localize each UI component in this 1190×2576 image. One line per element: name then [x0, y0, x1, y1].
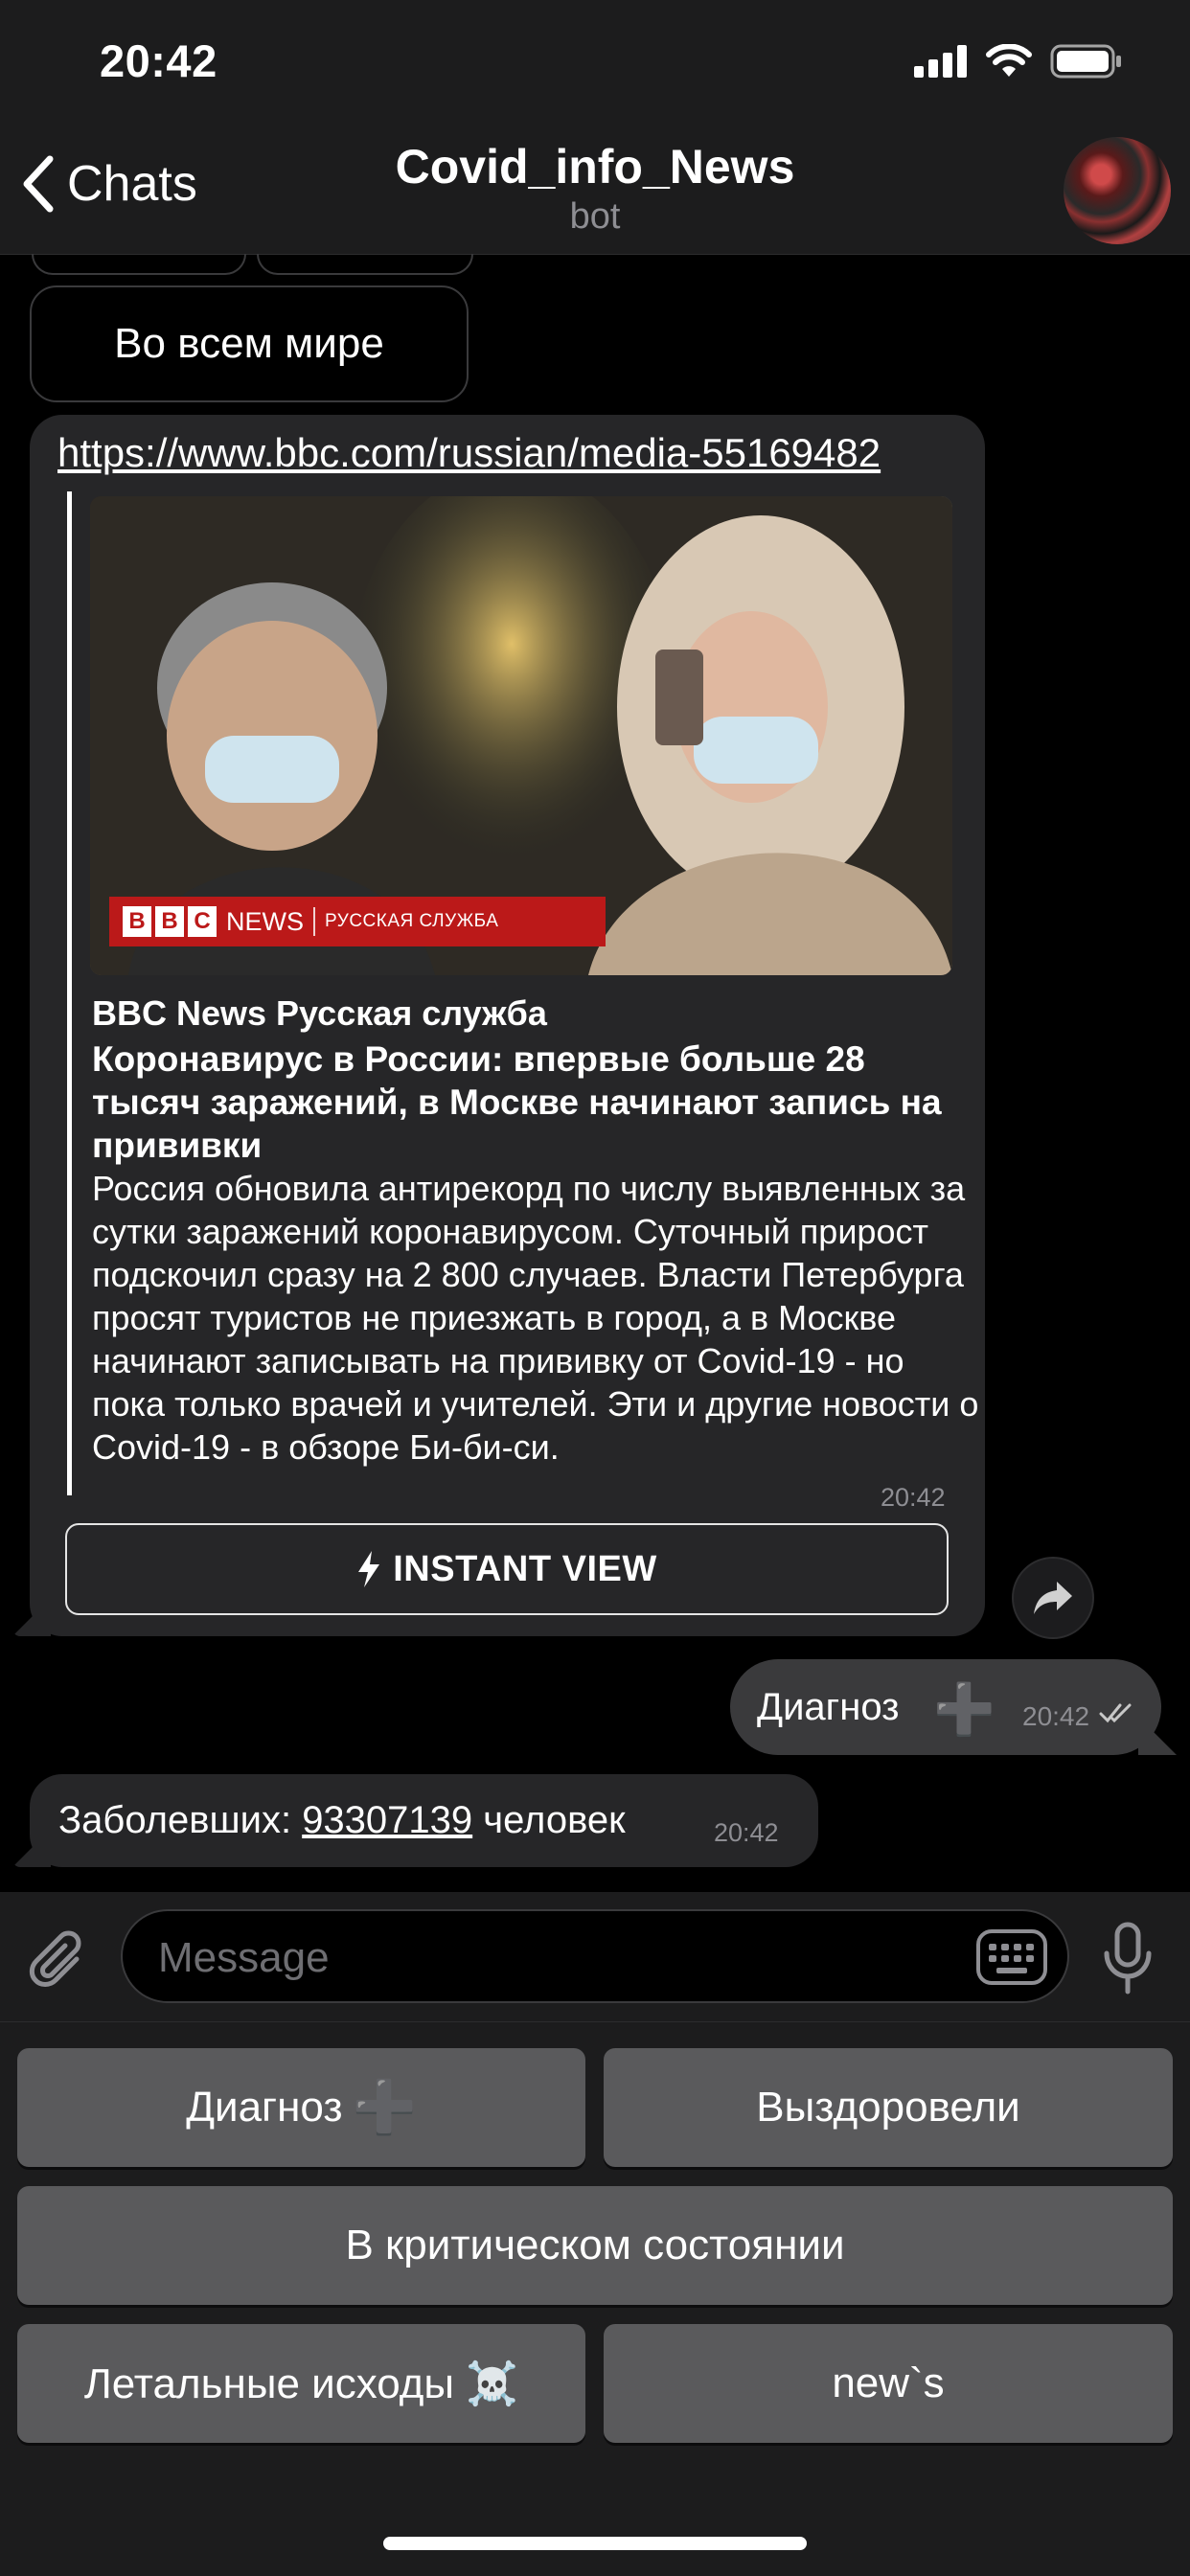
plus-icon: ➕ [933, 1682, 995, 1738]
message-time: 20:42 [1022, 1701, 1090, 1731]
bbc-logo-letter: C [188, 906, 217, 937]
bbc-logo-letter: B [155, 906, 184, 937]
keyboard-button-label: В критическом состоянии [345, 2222, 845, 2268]
status-time: 20:42 [100, 35, 217, 86]
bot-reply-keyboard: Диагноз ➕ Выздоровели В критическом сост… [0, 2021, 1190, 2576]
message-input[interactable] [156, 1930, 974, 1986]
microphone-icon[interactable] [1100, 1921, 1156, 1995]
bbc-logo-letter: B [123, 906, 151, 937]
double-check-icon [1099, 1703, 1132, 1723]
bbc-news-label: NEWS [226, 906, 304, 936]
inline-button-partial[interactable] [32, 254, 246, 275]
keyboard-button-label: Диагноз [186, 2084, 343, 2131]
bbc-logo-blocks: B B C [123, 906, 217, 937]
bubble-tail [12, 1598, 51, 1636]
keyboard-button-news[interactable]: new`s [604, 2324, 1173, 2443]
share-arrow-icon [1034, 1582, 1072, 1614]
bbc-service-label: РУССКАЯ СЛУЖБА [325, 911, 499, 931]
message-prefix: Заболевших: [58, 1799, 303, 1841]
keyboard-button-deaths[interactable]: Летальные исходы ☠️ [17, 2324, 585, 2443]
preview-accent-bar [67, 491, 72, 1495]
message-link-preview: https://www.bbc.com/russian/media-551694… [12, 415, 985, 1636]
message-time: 20:42 [881, 1483, 946, 1512]
home-indicator[interactable] [383, 2537, 807, 2550]
share-button[interactable] [1012, 1557, 1094, 1639]
message-text: Диагноз [757, 1686, 900, 1728]
bbc-logo-badge: B B C NEWS РУССКАЯ СЛУЖБА [109, 897, 606, 946]
battery-icon [1050, 44, 1121, 79]
message-suffix: человек [472, 1799, 626, 1841]
message-text: Заболевших: 93307139 человек [58, 1799, 626, 1842]
keyboard-button-label: Летальные исходы ☠️ [83, 2360, 519, 2407]
lightning-icon [358, 1551, 380, 1587]
phone-number-link[interactable]: 93307139 [302, 1799, 472, 1841]
status-icons [914, 44, 1123, 79]
message-outgoing: Диагноз ➕ 20:42 [730, 1659, 1177, 1755]
message-time: 20:42 [714, 1818, 779, 1847]
chat-title[interactable]: Covid_info_News [0, 139, 1190, 194]
bubble-tail [12, 1829, 51, 1867]
bubble-tail [1138, 1717, 1177, 1755]
cellular-signal-icon [914, 45, 967, 78]
instant-view-button[interactable]: INSTANT VIEW [65, 1523, 949, 1615]
paperclip-icon[interactable] [27, 1930, 94, 1997]
chat-subtitle: bot [569, 196, 621, 237]
navigation-header: 20:42 Chats Covid_info_News bot [0, 0, 1190, 255]
badge-divider [313, 907, 315, 936]
message-link[interactable]: https://www.bbc.com/russian/media-551694… [57, 430, 881, 476]
keyboard-button-critical[interactable]: В критическом состоянии [17, 2186, 1173, 2305]
instant-view-label: INSTANT VIEW [393, 1548, 657, 1589]
message-incoming: Заболевших: 93307139 человек 20:42 [12, 1774, 818, 1867]
inline-button-partial[interactable] [257, 254, 473, 275]
message-input-field[interactable] [121, 1909, 1069, 2003]
keyboard-button-recovered[interactable]: Выздоровели [604, 2048, 1173, 2167]
keyboard-button-label: Выздоровели [756, 2084, 1020, 2131]
bot-avatar[interactable] [1064, 137, 1171, 244]
preview-description: Россия обновила антирекорд по числу выяв… [92, 1169, 979, 1467]
keyboard-button-diagnosis[interactable]: Диагноз ➕ [17, 2048, 585, 2167]
inline-button-worldwide[interactable]: Во всем мире [30, 285, 469, 402]
preview-image[interactable]: B B C NEWS РУССКАЯ СЛУЖБА [90, 496, 952, 975]
preview-headline: Коронавирус в России: впервые больше 28 … [92, 1039, 942, 1165]
keyboard-button-label: new`s [832, 2359, 945, 2406]
wifi-icon [986, 44, 1032, 77]
plus-icon: ➕ [352, 2078, 417, 2136]
message-composer [0, 1892, 1190, 2021]
preview-site-name: BBC News Русская служба [92, 993, 547, 1033]
bot-keyboard-icon[interactable] [975, 1928, 1048, 1986]
